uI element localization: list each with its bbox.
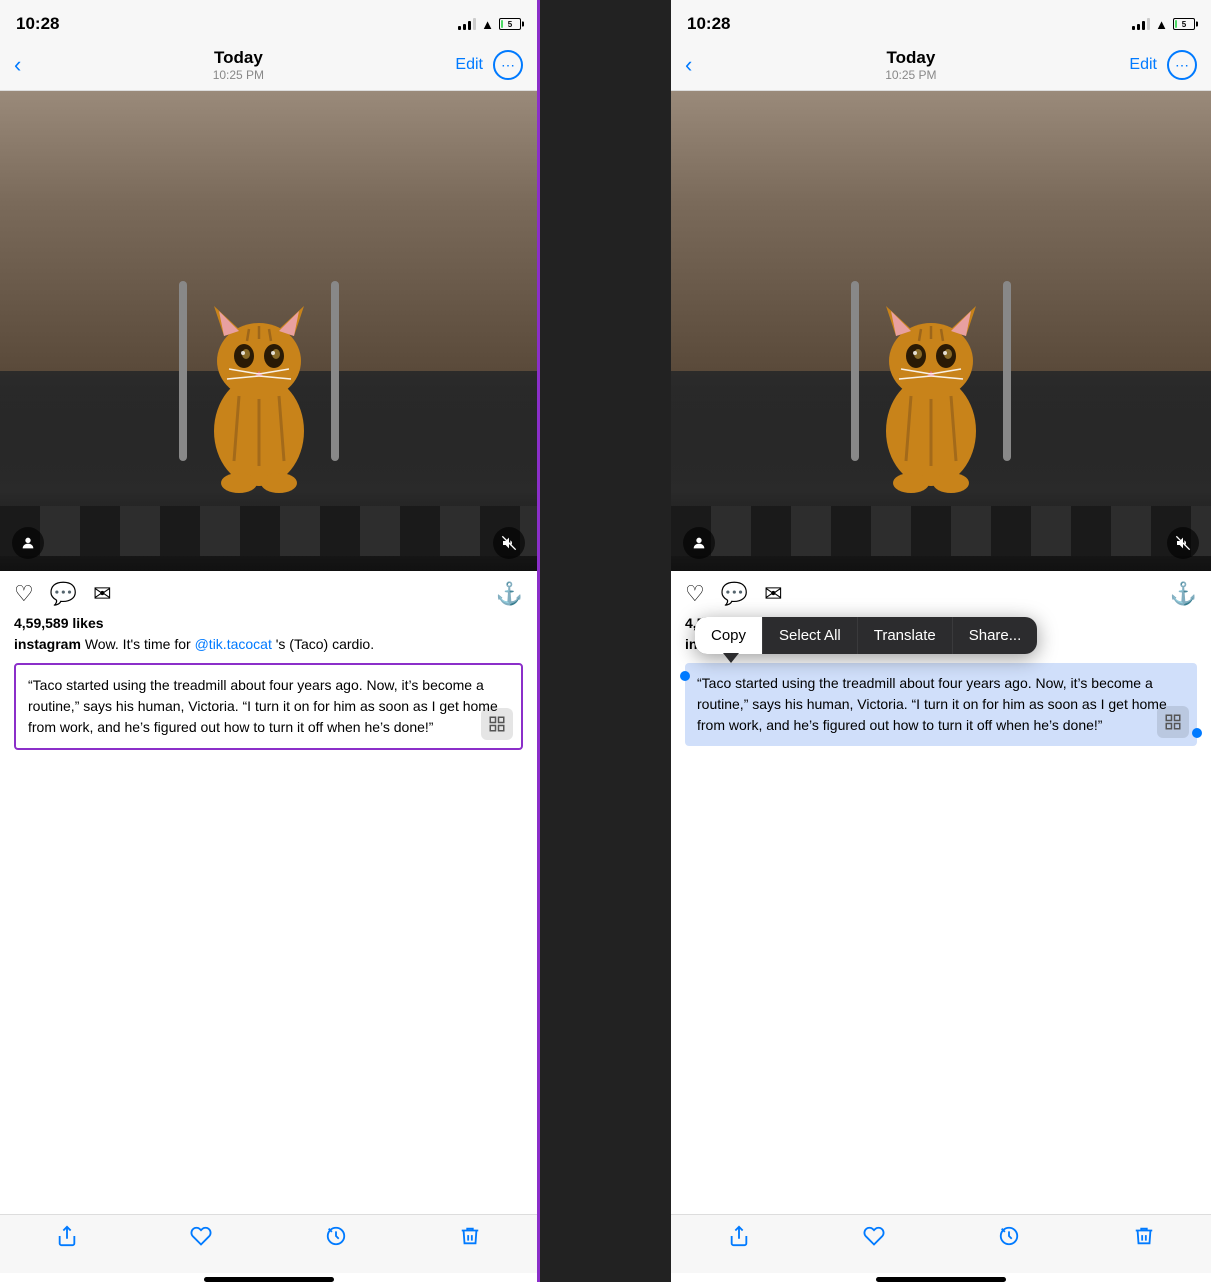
- left-mute-icon[interactable]: [493, 527, 525, 559]
- right-text-selection-area: Copy Select All Translate Share... “Taco…: [685, 663, 1197, 746]
- context-menu: Copy Select All Translate Share...: [695, 617, 1037, 654]
- left-comment-icon[interactable]: 💬: [50, 581, 77, 607]
- right-post-content: ♡ 💬 ✉ ⚓ 4,59,589 likes instagram Wow. It…: [671, 571, 1211, 1214]
- context-menu-copy[interactable]: Copy: [695, 617, 763, 654]
- left-heart-bottom-icon[interactable]: [190, 1225, 212, 1253]
- right-share-icon[interactable]: ✉: [764, 581, 782, 607]
- right-bookmark-icon[interactable]: ⚓: [1170, 581, 1197, 607]
- left-username: instagram: [14, 636, 81, 652]
- right-share-bottom-icon[interactable]: [728, 1225, 750, 1253]
- left-edit-button[interactable]: Edit: [455, 56, 483, 74]
- left-cat-image: [159, 221, 359, 521]
- right-status-bar: 10:28 ▲ 5: [671, 0, 1211, 44]
- left-share-icon[interactable]: ✉: [93, 581, 111, 607]
- selection-handle-start: [680, 671, 690, 681]
- context-menu-translate[interactable]: Translate: [858, 617, 953, 654]
- right-wifi-icon: ▲: [1155, 17, 1168, 32]
- left-phone-panel: 10:28 ▲ 5 ‹ Today 10:25 PM Edit: [0, 0, 540, 1282]
- right-battery-icon: 5: [1173, 18, 1195, 30]
- left-caption-suffix: 's (Taco) cardio.: [276, 636, 374, 652]
- right-mute-icon[interactable]: [1167, 527, 1199, 559]
- left-signal-icon: [458, 18, 476, 30]
- center-divider: [540, 0, 671, 1282]
- left-nav-subtitle: 10:25 PM: [213, 68, 264, 82]
- right-bottom-bar: [671, 1214, 1211, 1273]
- left-back-button[interactable]: ‹: [14, 52, 21, 78]
- left-post-caption: instagram Wow. It's time for @tik.tacoca…: [14, 635, 523, 655]
- right-back-button[interactable]: ‹: [685, 52, 692, 78]
- left-post-actions-left: ♡ 💬 ✉: [14, 581, 112, 607]
- left-nav-bar: ‹ Today 10:25 PM Edit ⋯: [0, 44, 537, 91]
- right-selected-text[interactable]: “Taco started using the treadmill about …: [685, 663, 1197, 746]
- right-cat-image: [831, 221, 1031, 521]
- left-heart-icon[interactable]: ♡: [14, 581, 34, 607]
- left-likes-count: 4,59,589 likes: [14, 615, 523, 631]
- selection-handle-end: [1192, 728, 1202, 738]
- left-history-bottom-icon[interactable]: [325, 1225, 347, 1253]
- left-nav-title: Today: [213, 48, 264, 68]
- left-home-indicator: [204, 1277, 334, 1282]
- left-video-area: [0, 91, 537, 571]
- right-nav-center: Today 10:25 PM: [885, 48, 936, 82]
- right-post-actions-left: ♡ 💬 ✉: [685, 581, 783, 607]
- left-share-bottom-icon[interactable]: [56, 1225, 78, 1253]
- right-phone-panel: 10:28 ▲ 5 ‹ Today 10:25 PM Edit: [671, 0, 1211, 1282]
- left-battery-icon: 5: [499, 18, 521, 30]
- left-quoted-text: “Taco started using the treadmill about …: [14, 663, 523, 750]
- right-nav-title: Today: [885, 48, 936, 68]
- left-status-bar: 10:28 ▲ 5: [0, 0, 537, 44]
- right-scan-button[interactable]: [1157, 706, 1189, 738]
- left-profile-icon[interactable]: [12, 527, 44, 559]
- right-status-time: 10:28: [687, 14, 730, 34]
- right-nav-bar: ‹ Today 10:25 PM Edit ⋯: [671, 44, 1211, 91]
- left-caption-text: Wow. It's time for: [85, 636, 195, 652]
- right-nav-actions: Edit ⋯: [1129, 50, 1197, 80]
- left-status-icons: ▲ 5: [458, 17, 521, 32]
- left-nav-actions: Edit ⋯: [455, 50, 523, 80]
- right-post-actions: ♡ 💬 ✉ ⚓: [685, 581, 1197, 607]
- right-video-area: [671, 91, 1211, 571]
- right-comment-icon[interactable]: 💬: [721, 581, 748, 607]
- left-nav-center: Today 10:25 PM: [213, 48, 264, 82]
- right-signal-icon: [1132, 18, 1150, 30]
- left-trash-bottom-icon[interactable]: [459, 1225, 481, 1253]
- right-profile-icon[interactable]: [683, 527, 715, 559]
- right-nav-subtitle: 10:25 PM: [885, 68, 936, 82]
- left-post-content: ♡ 💬 ✉ ⚓ 4,59,589 likes instagram Wow. It…: [0, 571, 537, 1214]
- left-more-button[interactable]: ⋯: [493, 50, 523, 80]
- right-edit-button[interactable]: Edit: [1129, 56, 1157, 74]
- right-status-icons: ▲ 5: [1132, 17, 1195, 32]
- right-home-indicator: [876, 1277, 1006, 1282]
- left-bottom-bar: [0, 1214, 537, 1273]
- right-heart-bottom-icon[interactable]: [863, 1225, 885, 1253]
- right-heart-icon[interactable]: ♡: [685, 581, 705, 607]
- left-status-time: 10:28: [16, 14, 59, 34]
- left-wifi-icon: ▲: [481, 17, 494, 32]
- context-menu-select-all[interactable]: Select All: [763, 617, 858, 654]
- left-mention[interactable]: @tik.tacocat: [195, 636, 272, 652]
- left-bookmark-icon[interactable]: ⚓: [496, 581, 523, 607]
- left-scan-button[interactable]: [481, 708, 513, 740]
- left-post-actions: ♡ 💬 ✉ ⚓: [14, 581, 523, 607]
- context-menu-share[interactable]: Share...: [953, 617, 1038, 654]
- right-trash-bottom-icon[interactable]: [1133, 1225, 1155, 1253]
- right-history-bottom-icon[interactable]: [998, 1225, 1020, 1253]
- right-more-button[interactable]: ⋯: [1167, 50, 1197, 80]
